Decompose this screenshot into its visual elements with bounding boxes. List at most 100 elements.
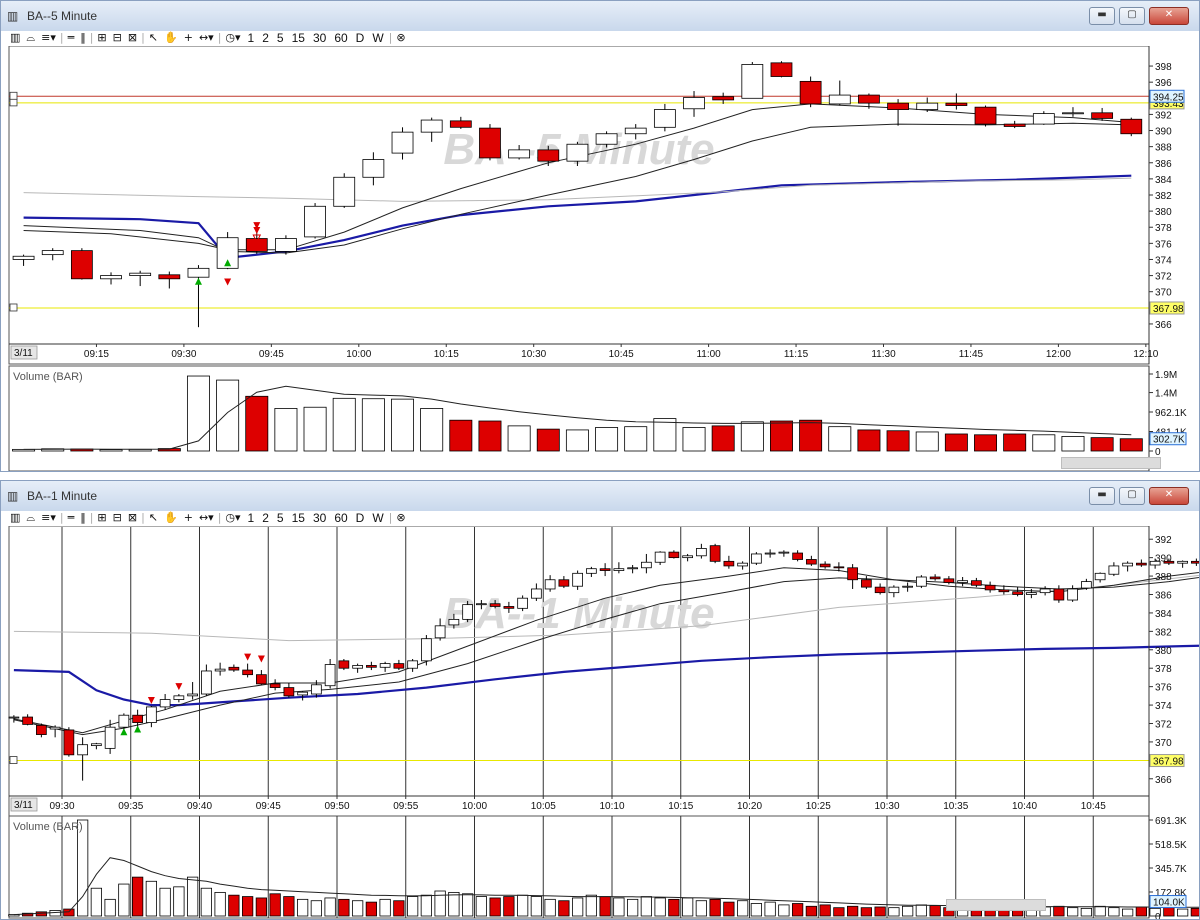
crosshair-icon[interactable]: + [181, 30, 196, 46]
volume-panel-label: Volume (BAR) [13, 821, 83, 833]
candle-body [974, 106, 997, 125]
timeframe-2[interactable]: 2 [258, 510, 273, 526]
pause-icon[interactable]: ‖ [77, 30, 89, 46]
clock-icon[interactable]: ◷▾ [222, 510, 243, 526]
volume-bar [214, 891, 226, 917]
candle-body [770, 62, 793, 77]
volume-bar [585, 894, 598, 917]
timeframe-2[interactable]: 2 [258, 30, 273, 46]
timeframe-d[interactable]: D [352, 510, 369, 526]
line-handle-icon [9, 91, 18, 100]
zoom-fit-icon[interactable]: ⊟ [110, 30, 125, 46]
zoom-fit-icon[interactable]: ⊟ [110, 510, 125, 526]
measure-icon[interactable]: ↔▾ [196, 30, 217, 46]
close-circle-icon[interactable]: ⊗ [393, 30, 408, 46]
close-button[interactable]: ✕ [1149, 7, 1189, 25]
timeframe-w[interactable]: W [368, 510, 387, 526]
chart-watermark: BA--1 Minute [443, 589, 714, 638]
timeframe-15[interactable]: 15 [288, 510, 309, 526]
candle-body [304, 205, 326, 238]
candle-body [407, 660, 418, 669]
draw-icon[interactable]: ≡▾ [38, 510, 59, 526]
volume-bar [929, 905, 941, 917]
volume-bar [338, 898, 350, 917]
timeframe-1[interactable]: 1 [244, 510, 259, 526]
crosshair-icon[interactable]: + [181, 510, 196, 526]
candle-body [420, 119, 443, 133]
pan-icon[interactable]: ⌓ [23, 30, 38, 46]
candle-body [173, 695, 185, 700]
candle-body [297, 691, 308, 696]
candle-body [449, 120, 472, 128]
time-tick-label: 12:00 [1046, 349, 1071, 360]
volume-bar [393, 900, 405, 917]
volume-bar [847, 905, 859, 917]
minimize-button[interactable]: ▬ [1089, 487, 1115, 505]
pause-icon[interactable]: ‖ [77, 510, 89, 526]
volume-bar [1032, 434, 1056, 452]
clock-icon[interactable]: ◷▾ [222, 30, 243, 46]
price-tick-label: 392 [1155, 110, 1172, 121]
bar-chart-icon[interactable]: ▥ [7, 510, 23, 526]
horizontal-scrollbar[interactable] [946, 899, 1046, 911]
candle-body [1091, 112, 1114, 119]
window-titlebar[interactable]: ▥ BA--1 Minute ▬ ▢ ✕ [1, 481, 1199, 511]
chart-area-5min[interactable]: BA--5 Minute3983963943923903883863843823… [1, 46, 1199, 471]
horizontal-scrollbar[interactable] [1061, 457, 1161, 469]
zoom-out-icon[interactable]: ⊠ [125, 510, 140, 526]
timeframe-w[interactable]: W [368, 30, 387, 46]
volume-bar [640, 896, 653, 917]
timeframe-30[interactable]: 30 [309, 510, 330, 526]
candle-body [269, 683, 281, 688]
cursor-icon[interactable]: ↖ [146, 510, 161, 526]
chart-area-1min[interactable]: BA--1 Minute 392 390 388 386 384 382 380 378 376 3… [1, 526, 1199, 919]
volume-bar [595, 427, 619, 452]
candle-body [508, 149, 531, 159]
volume-bar [1108, 907, 1120, 917]
timeframe-60[interactable]: 60 [330, 510, 351, 526]
timeframe-5[interactable]: 5 [273, 510, 288, 526]
line-handle-icon [9, 98, 18, 107]
timeframe-d[interactable]: D [352, 30, 369, 46]
timeframe-5[interactable]: 5 [273, 30, 288, 46]
volume-bar [406, 896, 419, 917]
timeframe-15[interactable]: 15 [288, 30, 309, 46]
volume-tick-label: 1.4M [1155, 389, 1177, 400]
zoom-in-icon[interactable]: ⊞ [94, 30, 109, 46]
draw-icon[interactable]: ≡▾ [38, 30, 59, 46]
volume-bar [740, 421, 764, 452]
timeframe-60[interactable]: 60 [330, 30, 351, 46]
measure-icon[interactable]: ↔▾ [196, 510, 217, 526]
hand-icon[interactable]: ✋ [161, 510, 181, 526]
maximize-button[interactable]: ▢ [1119, 7, 1145, 25]
zoom-out-icon[interactable]: ⊠ [125, 30, 140, 46]
candle-body [654, 551, 666, 563]
grid-icon[interactable]: ═ [65, 30, 78, 46]
cursor-icon[interactable]: ↖ [146, 30, 161, 46]
volume-tag-label: 104.0K [1153, 898, 1185, 909]
close-circle-icon[interactable]: ⊗ [393, 510, 408, 526]
window-titlebar[interactable]: ▥ BA--5 Minute ▬ ▢ ✕ [1, 1, 1199, 31]
volume-bar [420, 408, 444, 452]
candle-body [887, 102, 909, 110]
candle-body [462, 604, 473, 620]
volume-bar [915, 904, 928, 917]
minimize-button[interactable]: ▬ [1089, 7, 1115, 25]
pan-icon[interactable]: ⌓ [23, 510, 38, 526]
candle-body [943, 578, 955, 583]
close-button[interactable]: ✕ [1149, 487, 1189, 505]
time-tick-label: 10:30 [874, 801, 899, 812]
hand-icon[interactable]: ✋ [161, 30, 181, 46]
bar-chart-icon[interactable]: ▥ [7, 30, 23, 46]
timeframe-1[interactable]: 1 [244, 30, 259, 46]
candle-body [916, 102, 939, 110]
volume-bar [478, 420, 502, 452]
zoom-in-icon[interactable]: ⊞ [94, 510, 109, 526]
grid-icon[interactable]: ═ [65, 510, 78, 526]
candle-body [118, 714, 130, 728]
volume-bar [1003, 433, 1027, 452]
time-tick-label: 11:15 [784, 349, 809, 360]
timeframe-30[interactable]: 30 [309, 30, 330, 46]
maximize-button[interactable]: ▢ [1119, 487, 1145, 505]
volume-bar [695, 900, 708, 917]
